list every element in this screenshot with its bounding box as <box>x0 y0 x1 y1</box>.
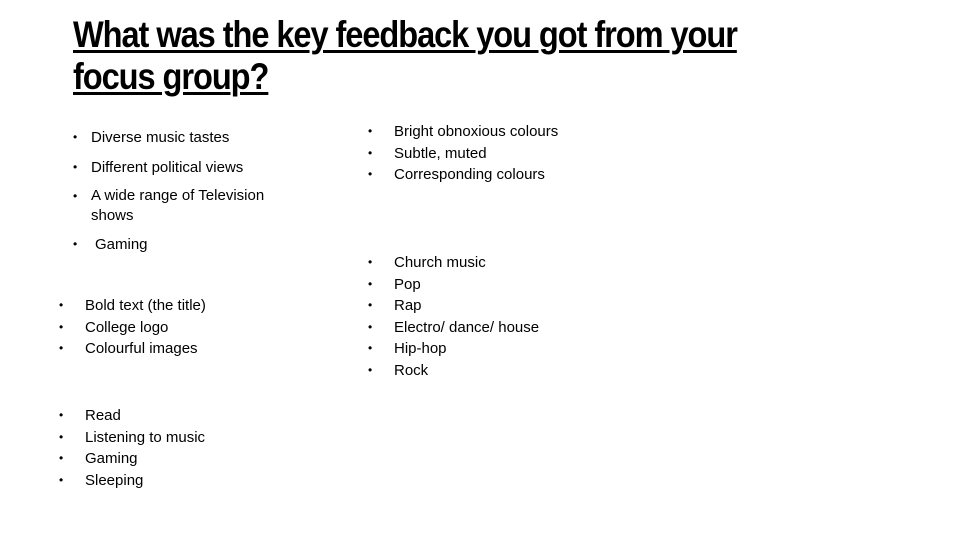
audience-list: • Diverse music tastes • Different politic… <box>73 127 291 256</box>
bullet-icon: • <box>368 124 373 138</box>
list-item: • Rock <box>368 360 594 382</box>
list-item: • Church music <box>368 252 594 274</box>
list-item: • Rap <box>368 295 594 317</box>
list-item: • Subtle, muted <box>368 143 574 165</box>
bullet-icon: • <box>73 237 78 251</box>
bullet-icon: • <box>368 167 373 181</box>
music-genres-list: • Church music • Pop • Rap • Electro/ dance/… <box>368 252 594 382</box>
bullet-icon: • <box>59 472 64 487</box>
bullet-icon: • <box>368 319 373 334</box>
list-item: • Gaming <box>59 448 305 470</box>
bullet-icon: • <box>368 341 373 355</box>
list-item: • College logo <box>59 317 305 339</box>
bullet-icon: • <box>59 341 64 355</box>
bullet-icon: • <box>368 255 373 269</box>
list-item: • Diverse music tastes <box>73 127 291 149</box>
hobbies-list: • Read • Listening to music • Gaming • Sleep… <box>59 405 305 492</box>
list-item: • Bright obnoxious colours <box>368 121 574 143</box>
bullet-icon: • <box>368 276 373 291</box>
design-elements-list: • Bold text (the title) • College logo • Co… <box>59 295 305 360</box>
bullet-icon: • <box>59 451 64 465</box>
list-item: • Colourful images <box>59 338 305 360</box>
list-item: • Bold text (the title) <box>59 295 305 317</box>
bullet-icon: • <box>368 362 373 377</box>
bullet-icon: • <box>73 130 78 144</box>
list-item: • Pop <box>368 274 594 296</box>
list-item: • Listening to music <box>59 427 305 449</box>
bullet-icon: • <box>59 429 64 444</box>
list-item: • A wide range of Television shows <box>73 187 265 224</box>
bullet-icon: • <box>368 298 373 312</box>
colours-list: • Bright obnoxious colours • Subtle, muted… <box>368 121 574 186</box>
bullet-icon: • <box>59 408 64 422</box>
list-item: • Gaming <box>73 234 291 256</box>
list-item: • Hip-hop <box>368 338 594 360</box>
list-item: • Electro/ dance/ house <box>368 317 594 339</box>
list-item: • Corresponding colours <box>368 164 574 186</box>
bullet-icon: • <box>368 145 373 160</box>
bullet-icon: • <box>73 189 78 203</box>
bullet-icon: • <box>73 159 78 174</box>
slide-title: What was the key feedback you got from y… <box>73 14 738 97</box>
list-item: • Different political views <box>73 157 291 179</box>
list-item: • Sleeping <box>59 470 305 492</box>
list-item: • Read <box>59 405 305 427</box>
bullet-icon: • <box>59 298 64 312</box>
bullet-icon: • <box>59 319 64 334</box>
